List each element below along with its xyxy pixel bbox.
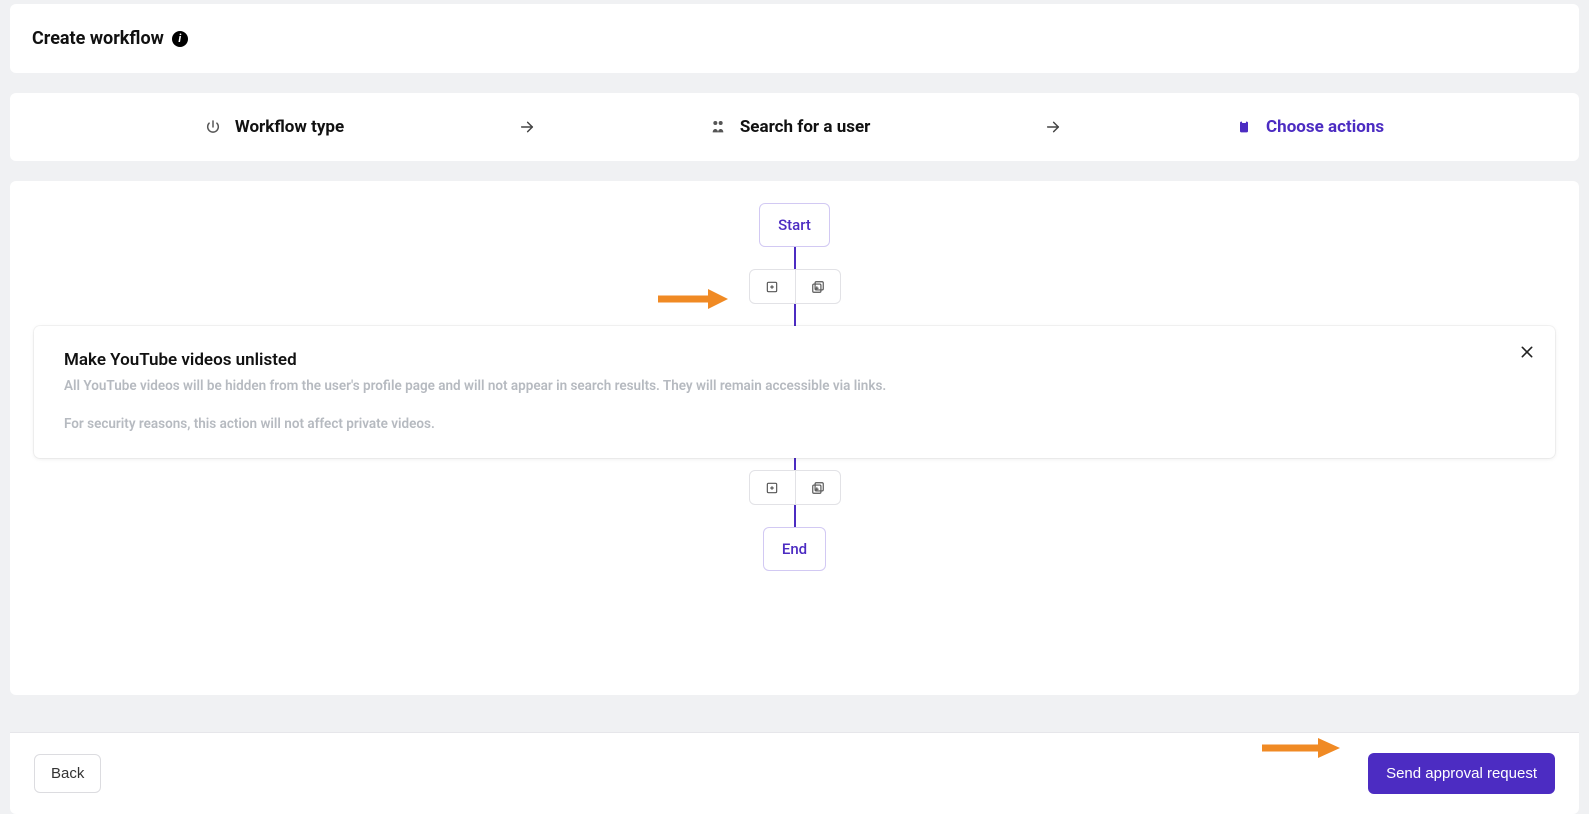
action-note: For security reasons, this action will n… — [64, 416, 1525, 432]
step-label: Workflow type — [235, 117, 344, 137]
workflow-canvas: Start End Make YouTube videos unlist — [10, 181, 1579, 695]
send-approval-request-button[interactable]: Send approval request — [1368, 753, 1555, 794]
step-choose-actions[interactable]: Choose actions — [1236, 117, 1384, 137]
add-step-row-top — [749, 269, 841, 304]
add-step-button[interactable] — [750, 471, 795, 504]
step-search-user[interactable]: Search for a user — [710, 117, 871, 137]
add-group-button[interactable] — [795, 471, 840, 504]
flow-connector — [794, 304, 796, 326]
end-node[interactable]: End — [763, 527, 826, 571]
action-description: All YouTube videos will be hidden from t… — [64, 376, 1525, 398]
arrow-right-icon — [519, 119, 535, 135]
step-workflow-type[interactable]: Workflow type — [205, 117, 344, 137]
add-group-button[interactable] — [795, 270, 840, 303]
people-icon — [710, 119, 726, 135]
page-header: Create workflow i — [10, 4, 1579, 73]
add-step-button[interactable] — [750, 270, 795, 303]
step-label: Search for a user — [740, 117, 871, 137]
flow-connector — [794, 247, 796, 269]
wizard-footer: Back Send approval request — [10, 732, 1579, 814]
wizard-stepper: Workflow type Search for a user Choose a… — [10, 93, 1579, 161]
arrow-right-icon — [1045, 119, 1061, 135]
clipboard-icon — [1236, 119, 1252, 135]
step-label: Choose actions — [1266, 117, 1384, 137]
action-title: Make YouTube videos unlisted — [64, 350, 1525, 370]
start-node[interactable]: Start — [759, 203, 830, 247]
flow-connector — [794, 505, 796, 527]
power-icon — [205, 119, 221, 135]
action-card[interactable]: Make YouTube videos unlisted All YouTube… — [34, 326, 1555, 458]
add-step-row-bottom — [749, 470, 841, 505]
back-button[interactable]: Back — [34, 754, 101, 793]
info-icon[interactable]: i — [172, 31, 188, 47]
close-icon[interactable] — [1519, 344, 1535, 364]
page-title: Create workflow — [32, 28, 164, 49]
